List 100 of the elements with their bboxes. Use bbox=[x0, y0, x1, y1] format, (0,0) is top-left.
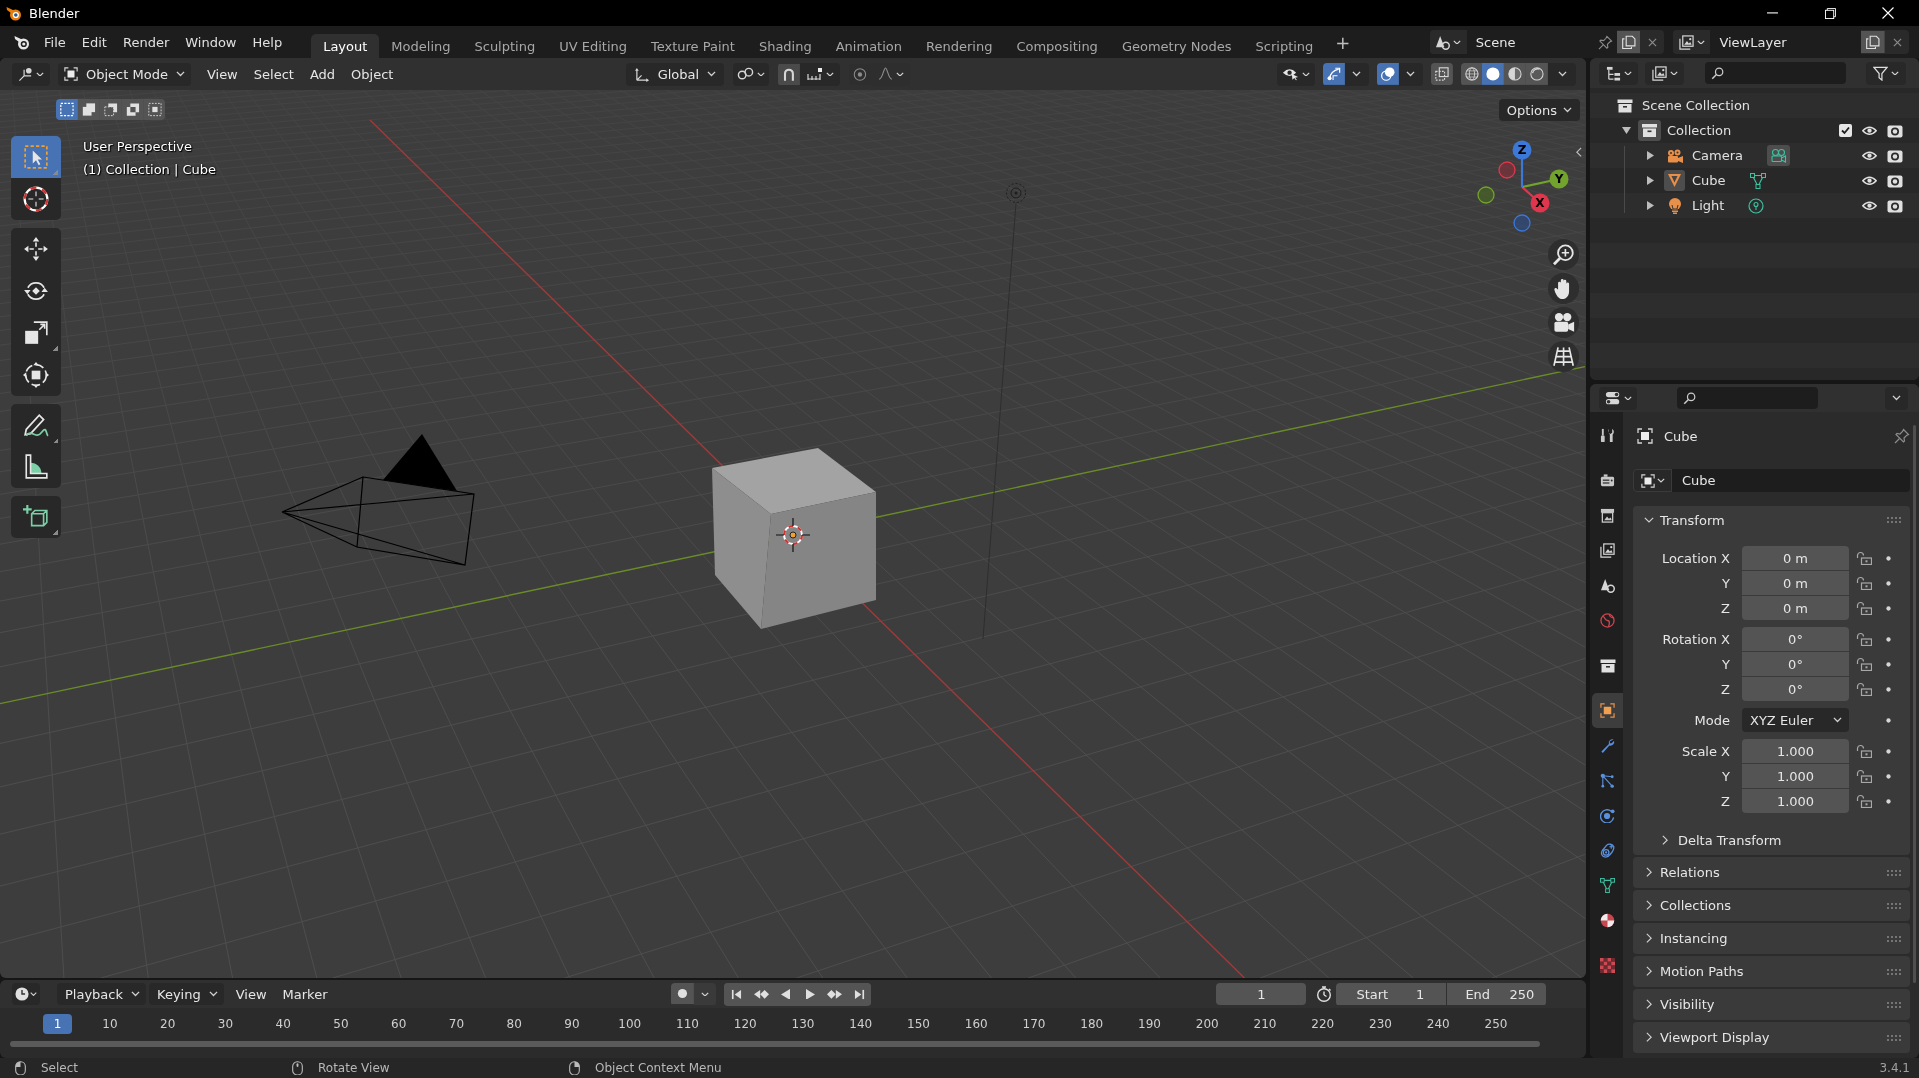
subtract-squares-icon[interactable] bbox=[99, 99, 122, 120]
number-field[interactable]: 0° bbox=[1742, 627, 1849, 651]
dropdown-button[interactable] bbox=[1885, 386, 1908, 410]
number-field[interactable]: 0 m bbox=[1742, 596, 1849, 620]
drag-handle-icon[interactable] bbox=[1887, 517, 1901, 523]
disclosure-triangle-icon[interactable] bbox=[1647, 176, 1654, 185]
keyframe-dot-icon[interactable] bbox=[1886, 555, 1891, 561]
chevron-icon[interactable] bbox=[1644, 517, 1654, 523]
menu-item[interactable]: Help bbox=[244, 31, 291, 53]
number-field[interactable]: 1.000 bbox=[1742, 789, 1849, 813]
object-name-field[interactable]: Cube bbox=[1672, 469, 1910, 492]
scene-name-field[interactable]: Scene bbox=[1466, 30, 1617, 54]
intersect-squares-icon[interactable] bbox=[143, 99, 166, 120]
chevron-icon[interactable] bbox=[1646, 900, 1652, 911]
number-field[interactable]: 0 m bbox=[1742, 571, 1849, 595]
padlock-icon[interactable] bbox=[1856, 657, 1872, 671]
mesh-object-icon[interactable] bbox=[1664, 170, 1685, 191]
current-frame-field[interactable]: 1 bbox=[1216, 983, 1307, 1005]
workspace-tab[interactable]: Geometry Nodes bbox=[1109, 34, 1244, 58]
chevron-icon[interactable] bbox=[1646, 1032, 1652, 1043]
start-frame-field[interactable]: Start 1 bbox=[1336, 983, 1447, 1005]
stopwatch-icon[interactable] bbox=[1316, 986, 1333, 1002]
number-field[interactable]: 0° bbox=[1742, 652, 1849, 676]
chevron-icon[interactable] bbox=[1646, 867, 1652, 878]
sidebar-toggle-icon[interactable] bbox=[1576, 147, 1582, 158]
panel-title[interactable]: Delta Transform bbox=[1678, 832, 1782, 848]
cursor-tool[interactable] bbox=[11, 178, 61, 220]
drag-handle-icon[interactable] bbox=[1887, 902, 1901, 909]
workspace-tab[interactable]: Scripting bbox=[1243, 34, 1326, 58]
number-field[interactable]: 0° bbox=[1742, 677, 1849, 701]
light-bulb-icon[interactable] bbox=[1667, 197, 1682, 214]
workspace-tab[interactable]: Rendering bbox=[914, 34, 1005, 58]
transform-tool[interactable] bbox=[11, 354, 61, 396]
eye-icon[interactable] bbox=[1862, 175, 1877, 186]
workspace-tab[interactable]: Texture Paint bbox=[639, 34, 747, 58]
drag-handle-icon[interactable] bbox=[1887, 968, 1901, 975]
duplicate-icon[interactable] bbox=[1616, 30, 1641, 54]
pin-icon[interactable] bbox=[1894, 428, 1910, 444]
render-camera-icon[interactable] bbox=[1887, 173, 1903, 188]
workspace-tab[interactable]: Modeling bbox=[379, 34, 463, 58]
add-workspace-button[interactable]: + bbox=[1325, 31, 1361, 53]
disclosure-triangle-icon[interactable] bbox=[1647, 151, 1654, 160]
measure-tool[interactable] bbox=[11, 446, 61, 488]
number-field[interactable]: 1.000 bbox=[1742, 739, 1849, 763]
record-icon[interactable] bbox=[671, 983, 695, 1005]
pin-icon[interactable] bbox=[1597, 34, 1613, 50]
header-menu[interactable]: Select bbox=[245, 63, 302, 85]
padlock-icon[interactable] bbox=[1856, 769, 1872, 783]
padlock-icon[interactable] bbox=[1856, 794, 1872, 808]
grid-icon[interactable] bbox=[1547, 341, 1579, 373]
drag-handle-icon[interactable] bbox=[1887, 1001, 1901, 1008]
eye-icon[interactable] bbox=[1862, 125, 1877, 136]
number-field[interactable]: 1.000 bbox=[1742, 764, 1849, 788]
render-camera-icon[interactable] bbox=[1887, 148, 1903, 163]
outliner-item[interactable]: Cube bbox=[1692, 173, 1726, 188]
editor-type-dropdown[interactable] bbox=[1599, 386, 1637, 410]
padlock-icon[interactable] bbox=[1856, 744, 1872, 758]
outliner-item[interactable]: Light bbox=[1692, 198, 1725, 213]
zoom-icon[interactable] bbox=[1547, 239, 1579, 271]
header-menu[interactable]: View bbox=[198, 63, 246, 85]
blender-logo-icon[interactable] bbox=[12, 34, 30, 50]
move-tool[interactable] bbox=[11, 228, 61, 270]
header-menu[interactable]: Add bbox=[301, 63, 344, 85]
xray-icon[interactable] bbox=[1430, 63, 1453, 85]
padlock-icon[interactable] bbox=[1856, 682, 1872, 696]
menu-item[interactable]: File bbox=[36, 31, 74, 53]
header-dropdown[interactable]: Keying bbox=[149, 983, 224, 1005]
view-layer-name-field[interactable]: ViewLayer bbox=[1710, 30, 1862, 54]
options-dropdown[interactable]: Options bbox=[1498, 99, 1580, 121]
workspace-tab[interactable]: Shading bbox=[746, 34, 824, 58]
camera-icon[interactable] bbox=[1547, 307, 1579, 339]
header-dropdown[interactable]: Playback bbox=[57, 983, 146, 1005]
hand-icon[interactable] bbox=[1547, 273, 1579, 305]
keyframe-dot-icon[interactable] bbox=[1886, 748, 1891, 754]
editor-type-dropdown[interactable] bbox=[12, 62, 50, 86]
visibility-dropdown[interactable] bbox=[1276, 62, 1315, 86]
difference-squares-icon[interactable] bbox=[121, 99, 144, 120]
menu-item[interactable]: Render bbox=[114, 31, 178, 53]
keyframe-dot-icon[interactable] bbox=[1886, 580, 1891, 586]
workspace-tab[interactable]: Layout bbox=[311, 34, 380, 58]
menu-item[interactable]: Window bbox=[177, 31, 245, 53]
keyframe-dot-icon[interactable] bbox=[1886, 717, 1891, 723]
annotate-tool[interactable] bbox=[11, 404, 61, 446]
header-menu[interactable]: Marker bbox=[274, 983, 336, 1005]
chevron-icon[interactable] bbox=[1646, 933, 1652, 944]
collection-box-icon[interactable] bbox=[1616, 98, 1633, 113]
pivot-dropdown[interactable] bbox=[733, 62, 770, 86]
render-camera-icon[interactable] bbox=[1887, 123, 1903, 138]
header-menu[interactable]: View bbox=[227, 983, 275, 1005]
axis-button[interactable]: Z bbox=[1512, 140, 1532, 187]
panel-title[interactable]: Transform bbox=[1660, 512, 1725, 528]
keyframe-dot-icon[interactable] bbox=[1886, 605, 1891, 611]
mesh-data-icon[interactable] bbox=[1749, 172, 1766, 189]
panel-title[interactable]: Motion Paths bbox=[1660, 964, 1744, 979]
workspace-tab[interactable]: Sculpting bbox=[462, 34, 548, 58]
disclosure-triangle-icon[interactable] bbox=[1622, 127, 1631, 134]
properties-search-field[interactable] bbox=[1677, 387, 1818, 409]
keyframe-dot-icon[interactable] bbox=[1886, 686, 1891, 692]
magnet-icon[interactable] bbox=[778, 63, 801, 85]
keyframe-dot-icon[interactable] bbox=[1886, 798, 1891, 804]
